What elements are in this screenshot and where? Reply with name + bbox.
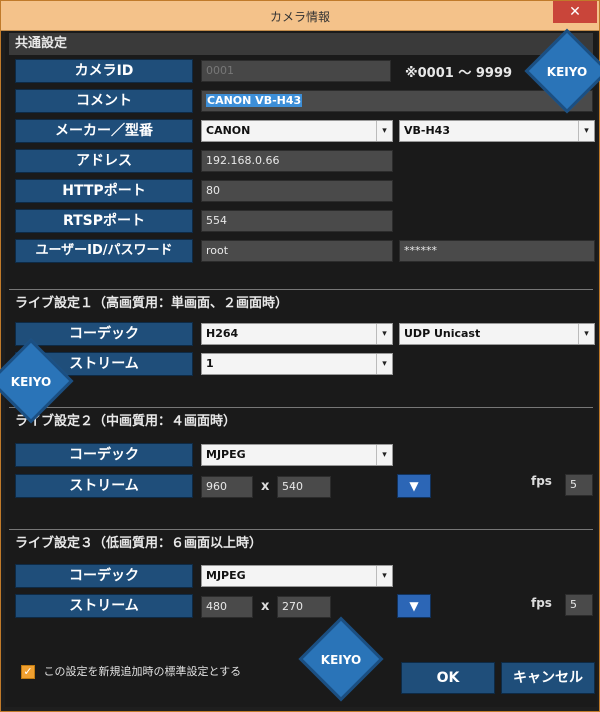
live2-codec-label: コーデック	[15, 443, 193, 467]
chevron-down-icon: ▾	[578, 324, 594, 344]
live1-stream-select[interactable]: 1 ▾	[201, 353, 393, 375]
live3-height-field[interactable]: 270	[277, 596, 331, 618]
maker-model-label: メーカー／型番	[15, 119, 193, 143]
maker-value: CANON	[206, 124, 251, 137]
camera-id-label: カメラID	[15, 59, 193, 83]
http-port-label: HTTPポート	[15, 179, 193, 203]
live2-times-sign: x	[261, 479, 270, 494]
live2-fps-label: fps	[531, 474, 552, 488]
keiyo-logo-text: KEIYO	[546, 65, 588, 79]
address-field[interactable]: 192.168.0.66	[201, 150, 393, 172]
address-label: アドレス	[15, 149, 193, 173]
maker-select[interactable]: CANON ▾	[201, 120, 393, 142]
divider	[9, 289, 593, 290]
default-setting-label: この設定を新規追加時の標準設定とする	[43, 665, 242, 678]
ok-button[interactable]: OK	[401, 662, 495, 694]
camera-info-window: カメラ情報 ✕ 共通設定 カメラID 0001 ※0001 ～ 9999 コメン…	[0, 0, 600, 712]
live3-stream-label: ストリーム	[15, 594, 193, 618]
chevron-down-icon: ▾	[376, 354, 392, 374]
comment-field[interactable]: CANON VB-H43	[201, 90, 593, 112]
cancel-button[interactable]: キャンセル	[501, 662, 595, 694]
chevron-down-icon: ▾	[376, 445, 392, 465]
live3-fps-label: fps	[531, 596, 552, 610]
live3-codec-value: MJPEG	[206, 569, 246, 582]
comment-label: コメント	[15, 89, 193, 113]
chevron-down-icon: ▾	[578, 121, 594, 141]
dialog-content: 共通設定 カメラID 0001 ※0001 ～ 9999 コメント CANON …	[0, 28, 600, 707]
chevron-down-icon: ▾	[376, 566, 392, 586]
user-id-field[interactable]: root	[201, 240, 393, 262]
live2-fps-field[interactable]: 5	[565, 474, 593, 496]
title-bar: カメラ情報 ✕	[1, 1, 599, 31]
live3-codec-label: コーデック	[15, 564, 193, 588]
model-select[interactable]: VB-H43 ▾	[399, 120, 595, 142]
section-common: 共通設定	[9, 33, 593, 55]
camera-id-field[interactable]: 0001	[201, 60, 391, 82]
chevron-down-icon: ▾	[376, 324, 392, 344]
password-field[interactable]: ******	[399, 240, 595, 262]
divider	[9, 407, 593, 408]
http-port-field[interactable]: 80	[201, 180, 393, 202]
live3-resolution-dropdown-button[interactable]: ▼	[397, 594, 431, 618]
window-title: カメラ情報	[269, 10, 330, 24]
live3-codec-select[interactable]: MJPEG ▾	[201, 565, 393, 587]
live1-transport-select[interactable]: UDP Unicast ▾	[399, 323, 595, 345]
live2-codec-select[interactable]: MJPEG ▾	[201, 444, 393, 466]
chevron-down-icon: ▾	[376, 121, 392, 141]
live2-width-field[interactable]: 960	[201, 476, 253, 498]
camera-id-range-note: ※0001 ～ 9999	[405, 66, 513, 81]
down-arrow-icon: ▼	[409, 479, 419, 493]
live1-codec-select[interactable]: H264 ▾	[201, 323, 393, 345]
live3-fps-field[interactable]: 5	[565, 594, 593, 616]
live1-codec-value: H264	[206, 327, 239, 340]
live2-height-field[interactable]: 540	[277, 476, 331, 498]
default-setting-checkbox-row[interactable]: ✓ この設定を新規追加時の標準設定とする	[21, 664, 241, 682]
rtsp-port-field[interactable]: 554	[201, 210, 393, 232]
keiyo-logo-text: KEIYO	[10, 375, 52, 389]
live2-resolution-dropdown-button[interactable]: ▼	[397, 474, 431, 498]
user-password-label: ユーザーID/パスワード	[15, 239, 193, 263]
checkbox-checked-icon[interactable]: ✓	[21, 665, 35, 679]
live2-codec-value: MJPEG	[206, 448, 246, 461]
keiyo-logo-text: KEIYO	[320, 653, 362, 667]
section-live-2: ライブ設定２（中画質用：４画面時）	[15, 414, 237, 429]
section-live-1: ライブ設定１（高画質用：単画面、２画面時）	[15, 296, 289, 311]
model-value: VB-H43	[404, 124, 450, 137]
section-live-3: ライブ設定３（低画質用：６画面以上時）	[15, 536, 263, 551]
live1-stream-value: 1	[206, 357, 214, 370]
live2-stream-label: ストリーム	[15, 474, 193, 498]
live3-times-sign: x	[261, 599, 270, 614]
live1-transport-value: UDP Unicast	[404, 327, 481, 340]
comment-value: CANON VB-H43	[206, 94, 303, 107]
close-button[interactable]: ✕	[553, 1, 597, 23]
rtsp-port-label: RTSPポート	[15, 209, 193, 233]
down-arrow-icon: ▼	[409, 599, 419, 613]
live3-width-field[interactable]: 480	[201, 596, 253, 618]
live1-codec-label: コーデック	[15, 322, 193, 346]
divider	[9, 529, 593, 530]
